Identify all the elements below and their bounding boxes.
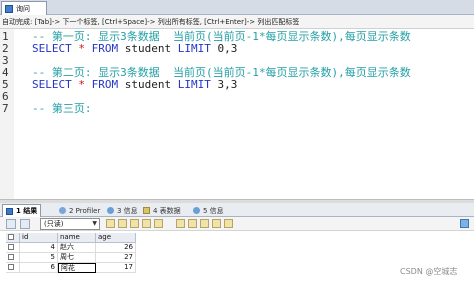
header-row: id name age (0, 233, 474, 243)
cell-id[interactable]: 6 (20, 263, 58, 273)
readonly-mode-select[interactable]: (只读) ▼ (40, 218, 100, 230)
code-line[interactable]: 2 SELECT * FROM student LIMIT 0,3 (0, 43, 474, 55)
code-token: 0,3 (217, 42, 238, 55)
query-tab-strip: 询问 (0, 0, 474, 15)
code-token: LIMIT (177, 78, 218, 91)
cell-age[interactable]: 27 (96, 253, 136, 263)
grid-view-icon[interactable] (6, 219, 16, 229)
table-row[interactable]: 5 周七 27 (0, 253, 474, 263)
code-token: -- 第三页: (32, 102, 92, 115)
row-checkbox[interactable] (8, 244, 14, 250)
column-header-age[interactable]: age (96, 233, 136, 243)
tab-result[interactable]: 1 结果 (2, 204, 42, 217)
export-icon[interactable] (20, 219, 30, 229)
search-icon[interactable] (200, 219, 209, 228)
sql-editor[interactable]: 1 -- 第一页: 显示3条数据 当前页(当前页-1*每页显示条数),每页显示条数… (0, 29, 474, 199)
tab-profiler[interactable]: 2 Profiler (56, 204, 103, 217)
tab-info-3-label: 3 信息 (117, 206, 138, 215)
result-tab-strip: 1 结果 2 Profiler 3 信息 4 表数据 5 信息 (0, 203, 474, 217)
cell-id[interactable]: 5 (20, 253, 58, 263)
query-icon (5, 4, 13, 13)
header-checkbox-cell[interactable] (6, 233, 20, 243)
first-page-icon[interactable] (212, 219, 221, 228)
code-token: * (78, 78, 85, 91)
save-icon[interactable] (130, 219, 139, 228)
cell-name[interactable]: 阿花 (58, 263, 96, 273)
profiler-icon (59, 207, 66, 214)
chevron-down-icon: ▼ (92, 220, 97, 227)
code-token: SELECT (32, 78, 79, 91)
tab-table-data[interactable]: 4 表数据 (140, 204, 184, 217)
code-text: -- 第三页: (32, 103, 92, 115)
row-checkbox-cell[interactable] (6, 253, 20, 263)
table-row[interactable]: 4 赵六 26 (0, 243, 474, 253)
tab-info-3[interactable]: 3 信息 (104, 204, 141, 217)
table-data-icon (143, 207, 150, 214)
row-checkbox-cell[interactable] (6, 243, 20, 253)
tab-info-5-label: 5 信息 (203, 206, 224, 215)
sort-icon[interactable] (188, 219, 197, 228)
autocomplete-hint: 自动完成: [Tab]-> 下一个标签, [Ctrl+Space]-> 列出所有… (0, 15, 474, 29)
query-tab-label: 询问 (16, 4, 30, 13)
tab-table-data-label: 4 表数据 (153, 206, 181, 215)
code-token: student (124, 78, 178, 91)
code-token: * (78, 42, 85, 55)
row-checkbox[interactable] (8, 254, 14, 260)
grid-icon (6, 207, 13, 215)
filter-icon[interactable] (176, 219, 185, 228)
code-token: FROM (84, 78, 125, 91)
panel-toggle-icon[interactable] (460, 219, 469, 228)
code-text: SELECT * FROM student LIMIT 0,3 (32, 43, 237, 55)
code-token: student (124, 42, 178, 55)
cell-name[interactable]: 赵六 (58, 243, 96, 253)
row-checkbox-cell[interactable] (6, 263, 20, 273)
duplicate-row-icon[interactable] (118, 219, 127, 228)
code-token: LIMIT (177, 42, 218, 55)
refresh-icon[interactable] (154, 219, 163, 228)
column-header-id[interactable]: id (20, 233, 58, 243)
info-icon (107, 207, 114, 214)
code-text: SELECT * FROM student LIMIT 3,3 (32, 79, 237, 91)
cell-age[interactable]: 26 (96, 243, 136, 253)
select-all-checkbox[interactable] (8, 234, 14, 240)
cell-id[interactable]: 4 (20, 243, 58, 253)
code-token: 3,3 (217, 78, 238, 91)
readonly-mode-value: (只读) (44, 220, 64, 228)
last-page-icon[interactable] (224, 219, 233, 228)
line-number: 7 (2, 102, 9, 115)
tab-info-5[interactable]: 5 信息 (190, 204, 227, 217)
code-token: SELECT (32, 42, 79, 55)
watermark: CSDN @空城志 (400, 267, 458, 276)
code-line[interactable]: 5 SELECT * FROM student LIMIT 3,3 (0, 79, 474, 91)
result-toolbar: (只读) ▼ (0, 217, 474, 231)
delete-row-icon[interactable] (142, 219, 151, 228)
column-header-name[interactable]: name (58, 233, 96, 243)
code-token: FROM (84, 42, 125, 55)
cell-age[interactable]: 17 (96, 263, 136, 273)
query-tab[interactable]: 询问 (1, 1, 47, 15)
tab-profiler-label: 2 Profiler (69, 206, 101, 215)
tab-result-label: 1 结果 (16, 207, 38, 215)
row-checkbox[interactable] (8, 264, 14, 270)
cell-name[interactable]: 周七 (58, 253, 96, 263)
insert-row-icon[interactable] (106, 219, 115, 228)
code-line[interactable]: 7 -- 第三页: (0, 103, 474, 115)
info-icon (193, 207, 200, 214)
